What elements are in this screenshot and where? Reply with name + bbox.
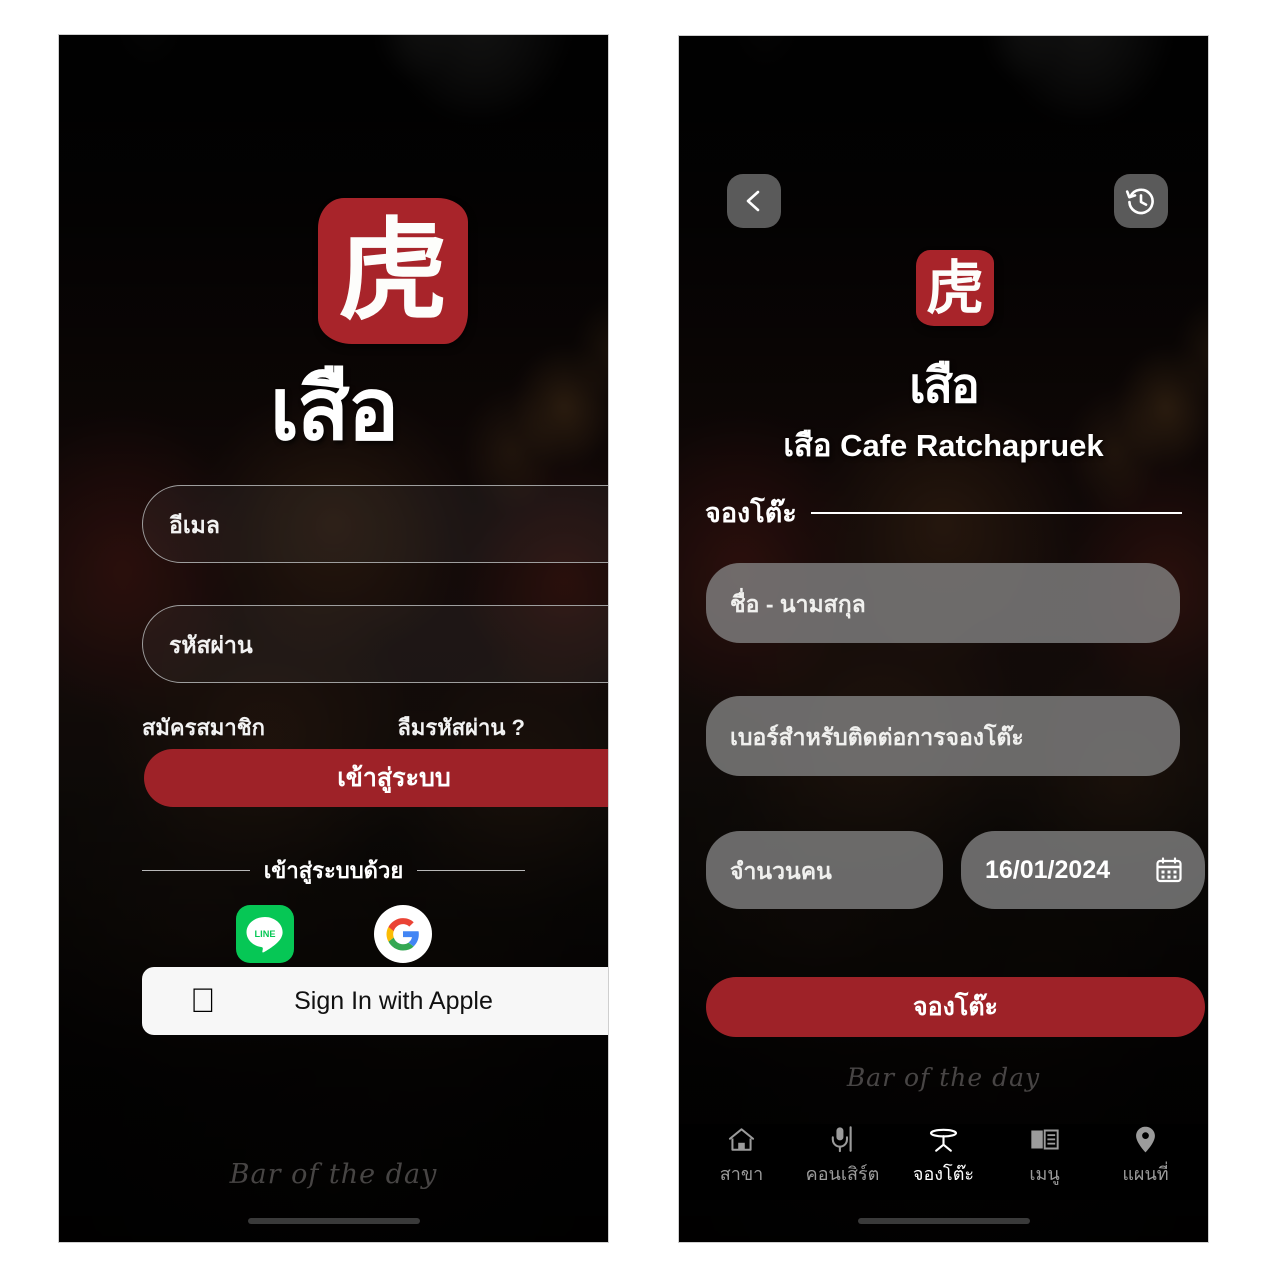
tiger-logo-stamp: 虎 bbox=[318, 198, 468, 344]
history-button[interactable] bbox=[1114, 174, 1168, 228]
cafe-name-title: เสือ Cafe Ratchapruek bbox=[783, 428, 1104, 463]
line-icon: LINE bbox=[246, 917, 283, 953]
map-pin-icon bbox=[1133, 1124, 1158, 1154]
auth-links-row: สมัครสมาชิก ลืมรหัสผ่าน ? bbox=[142, 710, 525, 745]
booking-screen-phone: 虎 เสือ เสือ Cafe Ratchapruek จองโต๊ะ ชื่… bbox=[678, 35, 1209, 1243]
login-screen-content: 虎 เสือ อีเมล รหัสผ่าน สมัครสมาชิก ลืมรหั… bbox=[59, 35, 608, 1242]
divider-line-left bbox=[142, 870, 250, 871]
nav-label: คอนเสิร์ต bbox=[805, 1164, 880, 1184]
social-login-divider: เข้าสู่ระบบด้วย bbox=[142, 853, 525, 888]
nav-label: จองโต๊ะ bbox=[912, 1164, 975, 1184]
microphone-icon bbox=[829, 1124, 856, 1154]
section-rule bbox=[810, 511, 1182, 514]
apple-logo-icon:  bbox=[190, 984, 216, 1018]
fullname-placeholder: ชื่อ - นามสกุล bbox=[730, 591, 866, 617]
booking-screen-content: 虎 เสือ เสือ Cafe Ratchapruek จองโต๊ะ ชื่… bbox=[679, 36, 1208, 1242]
back-button[interactable] bbox=[727, 174, 781, 228]
social-buttons-row: LINE bbox=[59, 905, 608, 963]
nav-item-concert[interactable]: คอนเสิร์ต bbox=[792, 1124, 893, 1188]
book-icon bbox=[1029, 1124, 1060, 1154]
forgot-password-link[interactable]: ลืมรหัสผ่าน ? bbox=[397, 710, 525, 745]
bar-of-the-day-watermark: Bar of the day bbox=[229, 1159, 438, 1190]
apple-signin-label: Sign In with Apple bbox=[294, 986, 493, 1015]
phone-input[interactable]: เบอร์สำหรับติดต่อการจองโต๊ะ bbox=[706, 696, 1180, 776]
nav-label: เมนู bbox=[1029, 1164, 1060, 1184]
booking-section-header: จองโต๊ะ bbox=[705, 491, 1182, 534]
people-count-input[interactable]: จำนวนคน bbox=[706, 831, 943, 909]
brand-wordmark: เสือ bbox=[269, 360, 400, 460]
nav-label: สาขา bbox=[719, 1164, 764, 1184]
nav-item-reserve-table[interactable]: จองโต๊ะ bbox=[893, 1124, 994, 1188]
section-title: จองโต๊ะ bbox=[705, 498, 797, 528]
calendar-icon[interactable] bbox=[1155, 856, 1183, 884]
tiger-logo-stamp: 虎 bbox=[916, 250, 994, 326]
svg-text:LINE: LINE bbox=[254, 929, 275, 939]
nav-item-menu[interactable]: เมนู bbox=[994, 1124, 1095, 1188]
register-link[interactable]: สมัครสมาชิก bbox=[142, 710, 265, 745]
booking-submit-button[interactable]: จองโต๊ะ bbox=[706, 977, 1205, 1037]
email-input[interactable]: อีเมล bbox=[142, 485, 608, 563]
line-login-button[interactable]: LINE bbox=[235, 905, 294, 963]
people-count-placeholder: จำนวนคน bbox=[730, 858, 832, 884]
password-placeholder: รหัสผ่าน bbox=[169, 632, 253, 658]
email-placeholder: อีเมล bbox=[169, 512, 220, 538]
apple-signin-button[interactable]:  Sign In with Apple bbox=[142, 967, 608, 1035]
google-icon bbox=[386, 918, 419, 951]
phone-placeholder: เบอร์สำหรับติดต่อการจองโต๊ะ bbox=[730, 724, 1024, 750]
table-icon bbox=[928, 1124, 959, 1154]
bottom-navigation-bar: สาขา คอนเสิร์ต จองโต๊ะ เมนู แผนที่ bbox=[679, 1124, 1208, 1200]
screenshot-stage: 虎 เสือ อีเมล รหัสผ่าน สมัครสมาชิก ลืมรหั… bbox=[0, 0, 1281, 1281]
divider-line-right bbox=[417, 870, 525, 871]
login-submit-button[interactable]: เข้าสู่ระบบ bbox=[144, 749, 608, 807]
home-indicator[interactable] bbox=[247, 1218, 420, 1224]
nav-label: แผนที่ bbox=[1122, 1164, 1169, 1184]
home-icon bbox=[727, 1124, 756, 1154]
login-screen-phone: 虎 เสือ อีเมล รหัสผ่าน สมัครสมาชิก ลืมรหั… bbox=[58, 34, 609, 1243]
chevron-left-icon bbox=[746, 190, 760, 212]
bar-of-the-day-watermark: Bar of the day bbox=[846, 1063, 1041, 1092]
history-clock-icon bbox=[1125, 188, 1154, 215]
google-login-button[interactable] bbox=[373, 905, 432, 963]
nav-item-branches[interactable]: สาขา bbox=[691, 1124, 792, 1188]
home-indicator[interactable] bbox=[857, 1218, 1030, 1224]
date-value: 16/01/2024 bbox=[985, 855, 1111, 884]
password-input[interactable]: รหัสผ่าน bbox=[142, 605, 608, 683]
date-picker-input[interactable]: 16/01/2024 bbox=[961, 831, 1205, 909]
brand-wordmark: เสือ bbox=[909, 358, 980, 414]
social-divider-label: เข้าสู่ระบบด้วย bbox=[263, 858, 404, 883]
nav-item-map[interactable]: แผนที่ bbox=[1095, 1124, 1196, 1188]
fullname-input[interactable]: ชื่อ - นามสกุล bbox=[706, 563, 1180, 643]
